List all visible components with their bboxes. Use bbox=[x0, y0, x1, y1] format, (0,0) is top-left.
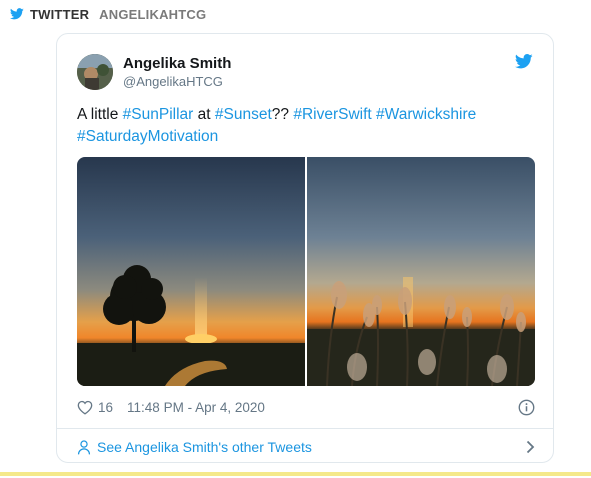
source-label: TWITTER bbox=[30, 6, 90, 22]
hashtag-riverswift[interactable]: #RiverSwift bbox=[293, 106, 371, 123]
source-handle[interactable]: ANGELIKAHTCG bbox=[99, 7, 206, 22]
tweet-photo-2[interactable] bbox=[307, 157, 535, 386]
hashtag-sunpillar[interactable]: #SunPillar bbox=[123, 106, 194, 123]
hashtag-saturdaymotivation[interactable]: #SaturdayMotivation bbox=[77, 128, 218, 145]
info-icon[interactable] bbox=[518, 399, 535, 416]
hashtag-warwickshire[interactable]: #Warwickshire bbox=[376, 106, 476, 123]
person-icon bbox=[77, 439, 91, 455]
embed-source-header: TWITTER ANGELIKAHTCG bbox=[10, 6, 206, 22]
like-count[interactable]: 16 bbox=[98, 400, 113, 415]
tweet-media bbox=[77, 157, 535, 386]
tweet-card: Angelika Smith @AngelikaHTCG A little #S… bbox=[56, 33, 554, 463]
author-handle[interactable]: @AngelikaHTCG bbox=[123, 74, 223, 89]
accent-line bbox=[0, 472, 591, 476]
tweet-photo-1[interactable] bbox=[77, 157, 305, 386]
tweet-text-part: at bbox=[193, 106, 215, 123]
tweet-meta: 16 11:48 PM - Apr 4, 2020 bbox=[77, 398, 535, 416]
tweet-text: A little #SunPillar at #Sunset?? #RiverS… bbox=[77, 104, 527, 148]
see-other-tweets-label: See Angelika Smith's other Tweets bbox=[97, 439, 312, 455]
twitter-bird-icon[interactable] bbox=[514, 54, 533, 74]
see-other-tweets-link[interactable]: See Angelika Smith's other Tweets bbox=[77, 437, 535, 457]
chevron-right-icon bbox=[526, 440, 535, 454]
tweet-text-part: A little bbox=[77, 106, 123, 123]
tweet-timestamp[interactable]: 11:48 PM - Apr 4, 2020 bbox=[127, 400, 265, 415]
divider bbox=[57, 428, 553, 429]
tweet-text-part: ?? bbox=[271, 106, 294, 123]
twitter-bird-icon bbox=[10, 8, 24, 20]
heart-icon[interactable] bbox=[77, 400, 93, 415]
author-name[interactable]: Angelika Smith bbox=[123, 55, 231, 72]
avatar[interactable] bbox=[77, 54, 113, 90]
hashtag-sunset[interactable]: #Sunset bbox=[215, 106, 272, 123]
